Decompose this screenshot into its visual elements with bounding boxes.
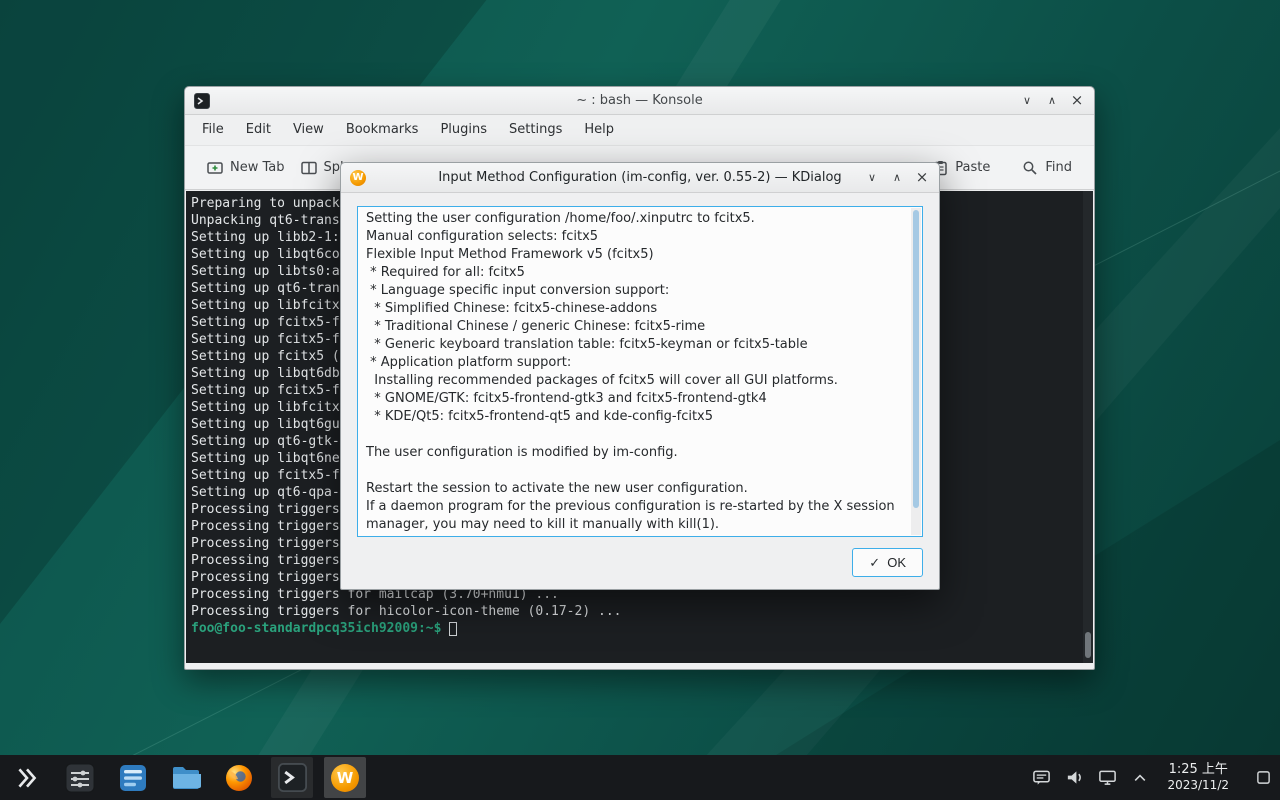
konsole-titlebar[interactable]: ~ : bash — Konsole ∨ ∧ × [185, 87, 1094, 115]
notifications-tray-button[interactable] [1031, 768, 1051, 788]
dialog-message-text: Setting the user configuration /home/foo… [366, 210, 902, 537]
dialog-text-line: * Required for all: fcitx5 [366, 264, 902, 282]
prompt-user-host: foo@foo-standardpcq35ich92009 [191, 620, 418, 637]
new-tab-button[interactable]: New Tab [199, 155, 293, 181]
digital-clock[interactable]: 1:25 上午 2023/11/2 [1163, 762, 1233, 793]
taskbar-right: 1:25 上午 2023/11/2 [1031, 755, 1280, 800]
toolbar-right-group: Paste Find [925, 155, 1080, 181]
dialog-text-line: Setting the user configuration /home/foo… [366, 210, 902, 228]
notifications-icon [1032, 768, 1051, 787]
clock-time: 1:25 上午 [1167, 762, 1229, 778]
konsole-icon [278, 763, 307, 792]
app-launcher-button[interactable] [6, 757, 48, 798]
dialog-text-line: * Traditional Chinese / generic Chinese:… [366, 318, 902, 336]
dialog-title: Input Method Configuration (im-config, v… [341, 170, 939, 185]
dialog-button-row: ✓ OK [357, 548, 923, 577]
dialog-scrollbar[interactable] [911, 208, 921, 535]
window-title: ~ : bash — Konsole [185, 93, 1094, 108]
taskbar-task-konsole[interactable] [271, 757, 313, 798]
sliders-launcher-button[interactable] [59, 757, 101, 798]
dialog-scrollbar-thumb[interactable] [913, 210, 919, 508]
file-manager-launcher-button[interactable] [165, 757, 207, 798]
search-icon [1022, 160, 1038, 176]
firefox-icon [224, 763, 254, 793]
dialog-body: Setting the user configuration /home/foo… [341, 193, 939, 589]
check-icon: ✓ [869, 555, 880, 571]
maximize-icon[interactable]: ∧ [889, 170, 905, 186]
maximize-icon[interactable]: ∧ [1044, 93, 1060, 109]
dialog-text-line: The user configuration is modified by im… [366, 444, 902, 462]
monitor-icon [1098, 768, 1117, 787]
find-button[interactable]: Find [1014, 155, 1080, 181]
dialog-window-controls: ∨ ∧ × [864, 170, 939, 186]
menubar-item[interactable]: Edit [235, 115, 282, 145]
kdialog-window: W Input Method Configuration (im-config,… [340, 162, 940, 590]
konsole-icon [194, 93, 210, 109]
firefox-launcher-button[interactable] [218, 757, 260, 798]
im-config-w-icon: W [331, 764, 359, 792]
konsole-menubar: FileEditViewBookmarksPluginsSettingsHelp [185, 115, 1094, 146]
dialog-text-line: * GNOME/GTK: fcitx5-frontend-gtk3 and fc… [366, 390, 902, 408]
dialog-text-line: * Language specific input conversion sup… [366, 282, 902, 300]
dialog-text-line: Restart the session to activate the new … [366, 480, 902, 498]
dialog-text-line: manager, you may need to kill it manuall… [366, 516, 902, 534]
folder-icon [171, 765, 201, 791]
show-desktop-icon [1256, 770, 1271, 785]
terminal-cursor [449, 622, 457, 636]
kdialog-titlebar[interactable]: W Input Method Configuration (im-config,… [341, 163, 939, 193]
dialog-text-line [366, 426, 902, 444]
dialog-text-line: See im-config(8) and /usr/share/doc/im-c… [366, 534, 902, 537]
prompt-suffix: :~$ [418, 620, 441, 637]
terminal-scrollbar-thumb[interactable] [1085, 632, 1091, 658]
menubar-item[interactable]: Help [573, 115, 625, 145]
terminal-scrollbar[interactable] [1083, 191, 1093, 663]
clock-date: 2023/11/2 [1167, 778, 1229, 793]
volume-tray-button[interactable] [1064, 768, 1084, 788]
ok-button-label: OK [887, 555, 906, 570]
sliders-icon [65, 763, 95, 793]
taskbar-left: W [0, 755, 366, 800]
dialog-text-line [366, 462, 902, 480]
terminal-line: Processing triggers for hicolor-icon-the… [191, 603, 1079, 620]
paste-label: Paste [955, 160, 990, 175]
window-controls: ∨ ∧ × [1019, 93, 1094, 109]
speaker-icon [1065, 768, 1084, 787]
launcher-chevrons-icon [14, 765, 40, 791]
display-tray-button[interactable] [1097, 768, 1117, 788]
menubar-item[interactable]: View [282, 115, 335, 145]
new-tab-label: New Tab [230, 160, 285, 175]
new-tab-icon [207, 160, 223, 176]
ok-button[interactable]: ✓ OK [852, 548, 923, 577]
system-settings-launcher-button[interactable] [112, 757, 154, 798]
menubar-item[interactable]: File [191, 115, 235, 145]
tray-expander-button[interactable] [1130, 768, 1150, 788]
close-icon[interactable]: × [914, 170, 930, 186]
minimize-icon[interactable]: ∨ [864, 170, 880, 186]
dialog-text-line: Flexible Input Method Framework v5 (fcit… [366, 246, 902, 264]
terminal-prompt-line: foo@foo-standardpcq35ich92009:~$ [191, 620, 1079, 637]
dialog-text-line: If a daemon program for the previous con… [366, 498, 902, 516]
taskbar-task-kdialog[interactable]: W [324, 757, 366, 798]
minimize-icon[interactable]: ∨ [1019, 93, 1035, 109]
im-config-w-icon: W [350, 170, 366, 186]
split-view-icon [301, 160, 317, 176]
find-label: Find [1045, 160, 1072, 175]
menubar-item[interactable]: Settings [498, 115, 573, 145]
menubar-item[interactable]: Plugins [429, 115, 498, 145]
close-icon[interactable]: × [1069, 93, 1085, 109]
dialog-text-line: * Generic keyboard translation table: fc… [366, 336, 902, 354]
dialog-text-line: * Simplified Chinese: fcitx5-chinese-add… [366, 300, 902, 318]
dialog-text-line: Installing recommended packages of fcitx… [366, 372, 902, 390]
dialog-text-line: * Application platform support: [366, 354, 902, 372]
desktop: ~ : bash — Konsole ∨ ∧ × FileEditViewBoo… [0, 0, 1280, 800]
show-desktop-button[interactable] [1254, 761, 1272, 795]
system-settings-icon [119, 764, 147, 792]
dialog-text-line: Manual configuration selects: fcitx5 [366, 228, 902, 246]
menubar-item[interactable]: Bookmarks [335, 115, 430, 145]
taskbar: W [0, 755, 1280, 800]
chevron-up-icon [1132, 770, 1148, 786]
dialog-message-area[interactable]: Setting the user configuration /home/foo… [357, 206, 923, 537]
dialog-text-line: * KDE/Qt5: fcitx5-frontend-qt5 and kde-c… [366, 408, 902, 426]
